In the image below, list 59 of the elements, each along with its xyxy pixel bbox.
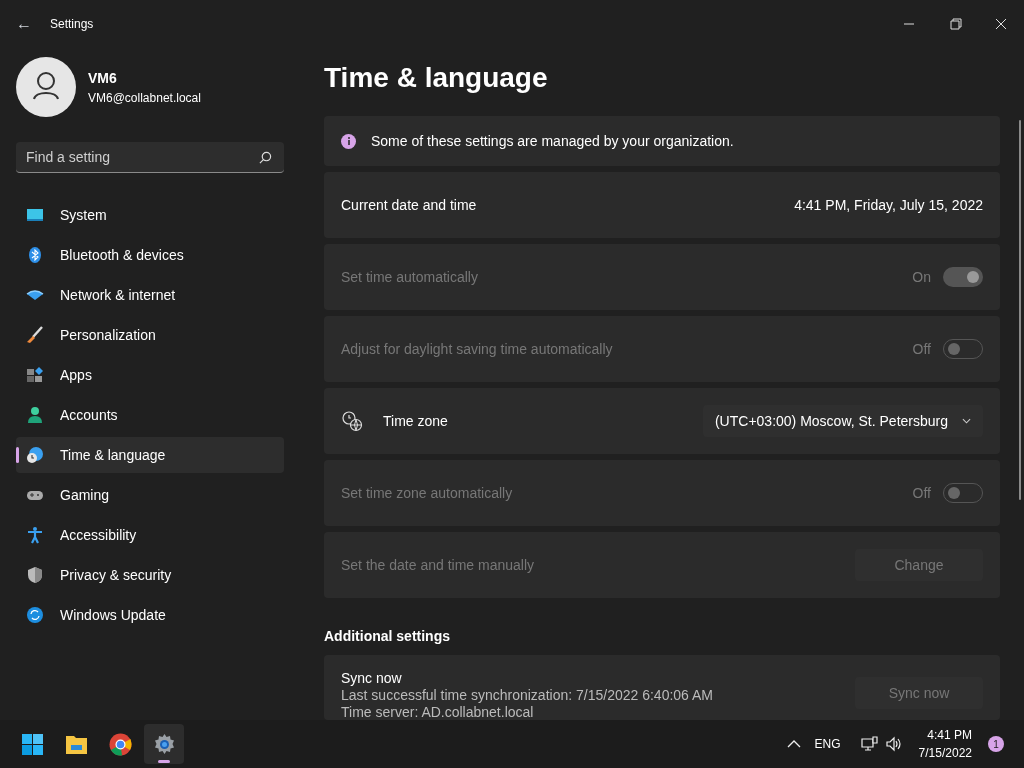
search-field[interactable]: Find a setting (16, 142, 284, 173)
sidebar-item[interactable]: Privacy & security (16, 557, 284, 593)
setting-label: Set time zone automatically (341, 483, 513, 503)
sidebar-item[interactable]: Windows Update (16, 597, 284, 633)
scrollbar[interactable] (1019, 120, 1021, 500)
network-icon[interactable] (860, 736, 878, 752)
brush-icon (26, 326, 44, 344)
setting-label: Set time automatically (341, 267, 478, 287)
sidebar-item[interactable]: Accessibility (16, 517, 284, 553)
sidebar-item[interactable]: Gaming (16, 477, 284, 513)
person-icon (26, 406, 44, 424)
volume-icon[interactable] (885, 736, 903, 752)
sidebar-item[interactable]: Apps (16, 357, 284, 393)
bluetooth-icon (26, 246, 44, 264)
accessibility-icon (26, 526, 44, 544)
display-icon (26, 206, 44, 224)
globe-clock-icon (26, 446, 44, 464)
setting-label: Time zone (383, 411, 448, 431)
sidebar-item[interactable]: System (16, 197, 284, 233)
setting-label: Adjust for daylight saving time automatically (341, 339, 613, 359)
page-title: Time & language (324, 61, 549, 95)
clock-time[interactable]: 4:41 PM (927, 726, 972, 744)
sidebar-item[interactable]: Time & language (16, 437, 284, 473)
sync-title: Sync now (341, 669, 403, 687)
clock-globe-icon (341, 410, 363, 432)
shield-icon (26, 566, 44, 584)
info-icon (341, 133, 356, 149)
setting-label: Set the date and time manually (341, 555, 534, 575)
profile-email: VM6@collabnet.local (88, 89, 201, 107)
setting-value: 4:41 PM, Friday, July 15, 2022 (794, 195, 983, 215)
browser-icon (107, 731, 133, 757)
chevron-down-icon (962, 418, 971, 424)
sync-icon (26, 606, 44, 624)
sync-detail: Last successful time synchronization: 7/15/2022 6:40:06 AM (341, 687, 713, 704)
sync-detail: Time server: AD.collabnet.local (341, 704, 535, 720)
selection-indicator (16, 447, 19, 463)
sidebar-item[interactable]: Accounts (16, 397, 284, 433)
toggle-state: Off (912, 483, 931, 503)
avatar-icon (16, 57, 76, 117)
search-icon (259, 151, 272, 164)
taskbar-app[interactable] (144, 724, 184, 764)
back-button[interactable]: ← (16, 12, 32, 36)
toggle-state: On (912, 267, 931, 287)
toggle-state: Off (912, 339, 931, 359)
apps-icon (26, 366, 44, 384)
sidebar-item[interactable]: Bluetooth & devices (16, 237, 284, 273)
setting-label: Current date and time (341, 195, 477, 215)
sidebar-item[interactable]: Network & internet (16, 277, 284, 313)
language-indicator[interactable]: ENG (814, 735, 841, 753)
section-heading: Additional settings (324, 627, 451, 646)
clock-date[interactable]: 7/15/2022 (918, 744, 972, 762)
chevron-up-icon[interactable] (786, 739, 801, 749)
sidebar-item[interactable]: Personalization (16, 317, 284, 353)
windows-logo-icon (19, 731, 45, 757)
info-message: Some of these settings are managed by your organization. (371, 131, 734, 151)
timezone-dropdown[interactable]: (UTC+03:00) Moscow, St. Petersburg (702, 405, 983, 437)
notification-badge[interactable]: 1 (988, 736, 1004, 752)
window-title: Settings (50, 16, 94, 33)
profile-name: VM6 (88, 68, 118, 88)
